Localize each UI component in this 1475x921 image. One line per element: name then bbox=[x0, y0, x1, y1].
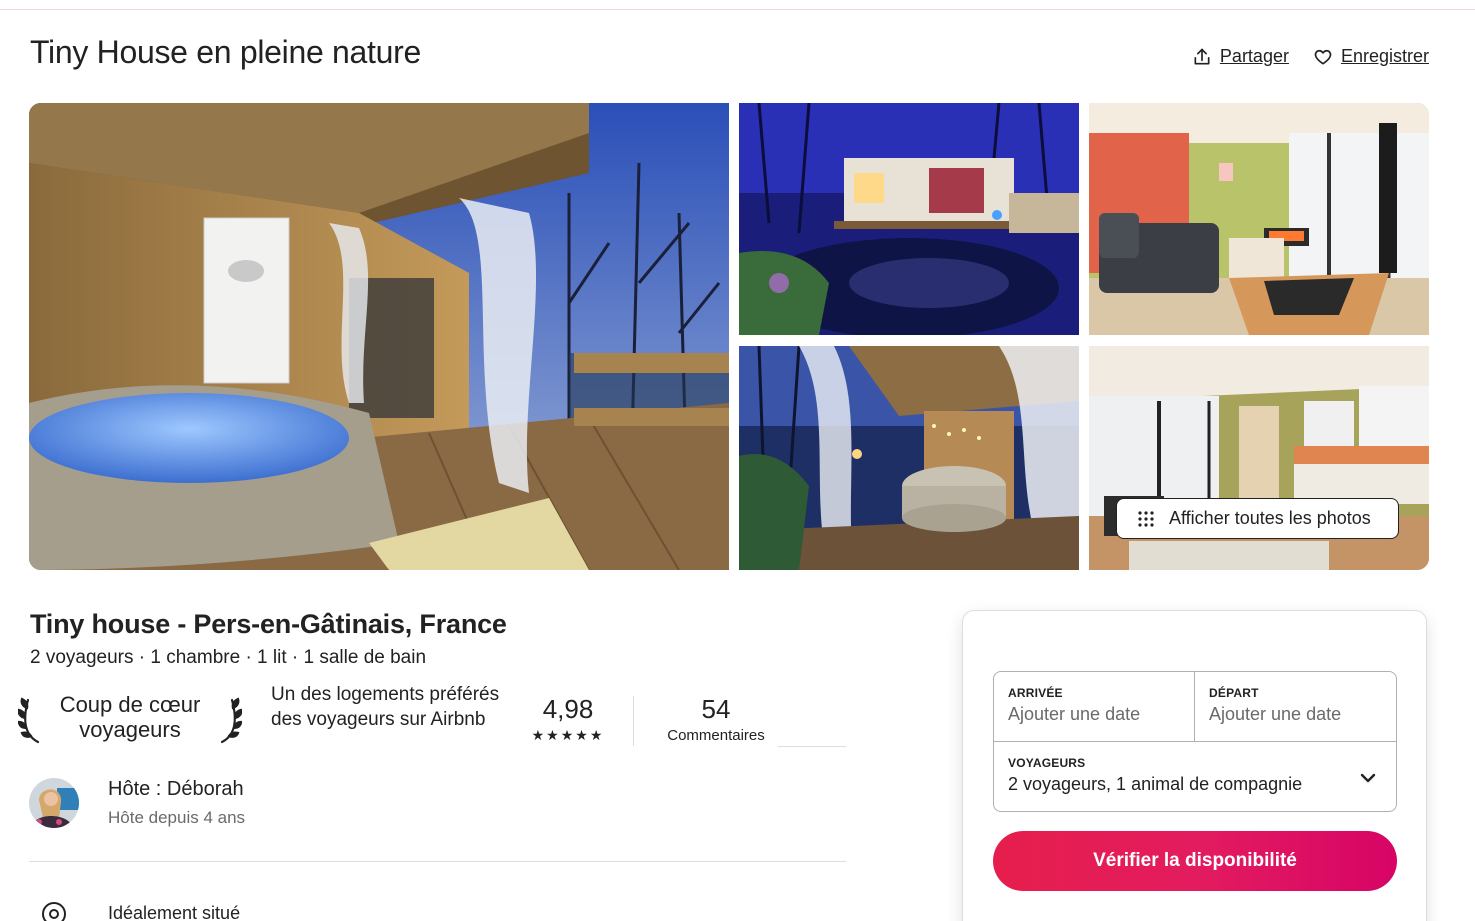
show-all-photos-label: Afficher toutes les photos bbox=[1169, 508, 1371, 528]
page-title: Tiny House en pleine nature bbox=[30, 34, 421, 70]
rating-divider bbox=[633, 696, 634, 746]
guest-favorite-description: Un des logements préférés des voyageurs … bbox=[271, 684, 500, 730]
photo-terrace-hot-tub-night[interactable] bbox=[739, 346, 1079, 570]
laurel-right-icon bbox=[220, 697, 242, 744]
share-label: Partager bbox=[1219, 46, 1289, 66]
reviews-count: 54 bbox=[701, 694, 731, 724]
top-border bbox=[0, 0, 1475, 10]
rating-block: 4,98 ★★★★★ bbox=[516, 694, 620, 744]
host-since: Hôte depuis 4 ans bbox=[108, 808, 246, 827]
booking-card: ARRIVÉE Ajouter une date DÉPART Ajouter … bbox=[962, 610, 1427, 921]
guest-favorite-banner[interactable]: Coup de cœur voyageurs Un des logements … bbox=[16, 680, 846, 750]
checkout-field[interactable]: DÉPART Ajouter une date bbox=[1195, 672, 1397, 742]
chevron-down-icon bbox=[1360, 773, 1376, 783]
reviews-underline bbox=[778, 746, 846, 747]
checkin-label: ARRIVÉE bbox=[1008, 686, 1063, 700]
guests-value: 2 voyageurs, 1 animal de compagnie bbox=[1008, 774, 1303, 794]
host-name: Hôte : Déborah bbox=[108, 778, 244, 800]
share-button[interactable]: Partager bbox=[1192, 46, 1289, 67]
location-pin-icon bbox=[42, 902, 66, 921]
listing-subtitle: Tiny house - Pers-en-Gâtinais, France bbox=[30, 609, 507, 639]
show-all-photos-button[interactable]: Afficher toutes les photos bbox=[1116, 498, 1399, 539]
guest-favorite-badge: Coup de cœur voyageurs bbox=[59, 692, 201, 742]
rating-value: 4,98 bbox=[542, 694, 594, 724]
location-highlight: Idéalement situé bbox=[108, 903, 241, 921]
guests-dropdown[interactable]: VOYAGEURS 2 voyageurs, 1 animal de compa… bbox=[994, 742, 1396, 812]
check-availability-button[interactable]: Vérifier la disponibilité bbox=[993, 831, 1397, 891]
booking-picker: ARRIVÉE Ajouter une date DÉPART Ajouter … bbox=[993, 671, 1397, 812]
share-icon bbox=[1194, 48, 1210, 64]
photo-main-hot-tub-terrace[interactable] bbox=[29, 103, 729, 570]
host-avatar[interactable] bbox=[29, 778, 79, 828]
grid-dots-icon bbox=[1138, 510, 1154, 527]
checkout-value: Ajouter une date bbox=[1209, 704, 1342, 724]
checkin-value: Ajouter une date bbox=[1008, 704, 1141, 724]
heart-icon bbox=[1314, 49, 1332, 64]
save-button[interactable]: Enregistrer bbox=[1313, 46, 1429, 67]
guests-label: VOYAGEURS bbox=[1008, 756, 1086, 770]
section-divider bbox=[29, 861, 846, 862]
photo-night-exterior[interactable] bbox=[739, 103, 1079, 335]
reviews-label: Commentaires bbox=[667, 727, 765, 744]
save-label: Enregistrer bbox=[1340, 46, 1429, 66]
reviews-block[interactable]: 54 Commentaires bbox=[656, 694, 776, 744]
listing-actions: Partager Enregistrer bbox=[1192, 46, 1429, 67]
checkin-field[interactable]: ARRIVÉE Ajouter une date bbox=[994, 672, 1195, 742]
laurel-left-icon bbox=[18, 697, 40, 744]
checkout-label: DÉPART bbox=[1209, 686, 1259, 700]
listing-specs: 2 voyageurs · 1 chambre · 1 lit · 1 sall… bbox=[30, 647, 427, 668]
photo-living-room[interactable] bbox=[1089, 103, 1429, 335]
rating-stars-icon: ★★★★★ bbox=[531, 727, 605, 743]
